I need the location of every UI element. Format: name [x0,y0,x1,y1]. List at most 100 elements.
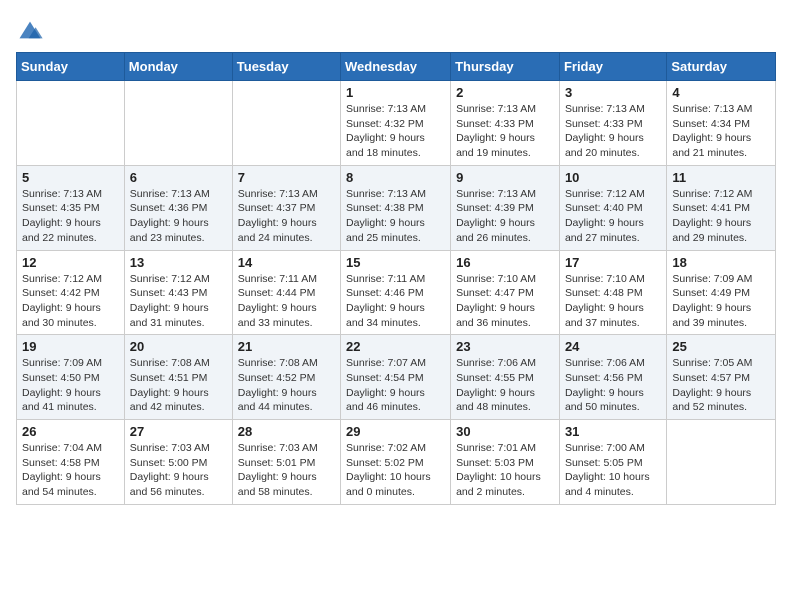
calendar-cell: 15Sunrise: 7:11 AMSunset: 4:46 PMDayligh… [341,250,451,335]
day-number: 23 [456,339,554,354]
day-info: Sunrise: 7:13 AMSunset: 4:39 PMDaylight:… [456,187,554,246]
day-number: 25 [672,339,770,354]
day-number: 12 [22,255,119,270]
daylight-text: Daylight: 9 hours and 26 minutes. [456,216,554,245]
daylight-text: Daylight: 10 hours and 0 minutes. [346,470,445,499]
sunset-text: Sunset: 4:35 PM [22,201,119,216]
calendar-cell: 2Sunrise: 7:13 AMSunset: 4:33 PMDaylight… [451,81,560,166]
sunset-text: Sunset: 4:51 PM [130,371,227,386]
calendar-cell: 28Sunrise: 7:03 AMSunset: 5:01 PMDayligh… [232,420,340,505]
daylight-text: Daylight: 9 hours and 22 minutes. [22,216,119,245]
calendar-cell: 19Sunrise: 7:09 AMSunset: 4:50 PMDayligh… [17,335,125,420]
sunset-text: Sunset: 4:52 PM [238,371,335,386]
day-info: Sunrise: 7:12 AMSunset: 4:43 PMDaylight:… [130,272,227,331]
sunrise-text: Sunrise: 7:04 AM [22,441,119,456]
calendar-cell [667,420,776,505]
calendar-cell: 10Sunrise: 7:12 AMSunset: 4:40 PMDayligh… [559,165,666,250]
sunrise-text: Sunrise: 7:07 AM [346,356,445,371]
day-number: 16 [456,255,554,270]
calendar-cell: 5Sunrise: 7:13 AMSunset: 4:35 PMDaylight… [17,165,125,250]
sunset-text: Sunset: 4:50 PM [22,371,119,386]
daylight-text: Daylight: 9 hours and 46 minutes. [346,386,445,415]
daylight-text: Daylight: 9 hours and 54 minutes. [22,470,119,499]
calendar-cell: 22 Sunrise: 7:07 AMSunset: 4:54 PMDayligh… [341,335,451,420]
sunset-text: Sunset: 4:57 PM [672,371,770,386]
sunset-text: Sunset: 4:34 PM [672,117,770,132]
sunrise-text: Sunrise: 7:12 AM [22,272,119,287]
sunset-text: Sunset: 4:33 PM [456,117,554,132]
sunrise-text: Sunrise: 7:06 AM [456,356,554,371]
calendar-week-row: 1Sunrise: 7:13 AMSunset: 4:32 PMDaylight… [17,81,776,166]
weekday-header: Tuesday [232,53,340,81]
day-number: 20 [130,339,227,354]
day-number: 30 [456,424,554,439]
day-number: 22 [346,339,445,354]
sunrise-text: Sunrise: 7:05 AM [672,356,770,371]
day-number: 26 [22,424,119,439]
day-number: 7 [238,170,335,185]
sunset-text: Sunset: 4:58 PM [22,456,119,471]
calendar-cell: 25 Sunrise: 7:05 AMSunset: 4:57 PMDayligh… [667,335,776,420]
day-info: Sunrise: 7:13 AMSunset: 4:34 PMDaylight:… [672,102,770,161]
daylight-text: Daylight: 9 hours and 33 minutes. [238,301,335,330]
sunset-text: Sunset: 4:33 PM [565,117,661,132]
calendar-week-row: 12 Sunrise: 7:12 AMSunset: 4:42 PMDayligh… [17,250,776,335]
sunset-text: Sunset: 4:41 PM [672,201,770,216]
sunset-text: Sunset: 4:48 PM [565,286,661,301]
day-info: Sunrise: 7:12 AMSunset: 4:40 PMDaylight:… [565,187,661,246]
day-info: Sunrise: 7:05 AMSunset: 4:57 PMDaylight:… [672,356,770,415]
daylight-text: Daylight: 9 hours and 58 minutes. [238,470,335,499]
daylight-text: Daylight: 9 hours and 18 minutes. [346,131,445,160]
sunset-text: Sunset: 4:54 PM [346,371,445,386]
day-info: Sunrise: 7:12 AMSunset: 4:42 PMDaylight:… [22,272,119,331]
calendar-cell: 3Sunrise: 7:13 AMSunset: 4:33 PMDaylight… [559,81,666,166]
day-info: Sunrise: 7:08 AMSunset: 4:51 PMDaylight:… [130,356,227,415]
calendar-week-row: 5Sunrise: 7:13 AMSunset: 4:35 PMDaylight… [17,165,776,250]
logo-icon [16,16,44,44]
calendar-cell: 23Sunrise: 7:06 AMSunset: 4:55 PMDayligh… [451,335,560,420]
sunset-text: Sunset: 4:32 PM [346,117,445,132]
sunset-text: Sunset: 4:40 PM [565,201,661,216]
sunrise-text: Sunrise: 7:10 AM [456,272,554,287]
day-info: Sunrise: 7:10 AMSunset: 4:48 PMDaylight:… [565,272,661,331]
sunrise-text: Sunrise: 7:13 AM [456,187,554,202]
logo [16,10,48,44]
day-info: Sunrise: 7:06 AMSunset: 4:56 PMDaylight:… [565,356,661,415]
day-number: 18 [672,255,770,270]
sunrise-text: Sunrise: 7:09 AM [672,272,770,287]
day-number: 28 [238,424,335,439]
calendar-cell: 18Sunrise: 7:09 AMSunset: 4:49 PMDayligh… [667,250,776,335]
calendar-cell: 21Sunrise: 7:08 AMSunset: 4:52 PMDayligh… [232,335,340,420]
weekday-header: Friday [559,53,666,81]
calendar-week-row: 19Sunrise: 7:09 AMSunset: 4:50 PMDayligh… [17,335,776,420]
daylight-text: Daylight: 9 hours and 56 minutes. [130,470,227,499]
sunset-text: Sunset: 4:44 PM [238,286,335,301]
daylight-text: Daylight: 9 hours and 23 minutes. [130,216,227,245]
sunrise-text: Sunrise: 7:06 AM [565,356,661,371]
sunset-text: Sunset: 5:05 PM [565,456,661,471]
calendar-cell: 7Sunrise: 7:13 AMSunset: 4:37 PMDaylight… [232,165,340,250]
calendar-cell: 24Sunrise: 7:06 AMSunset: 4:56 PMDayligh… [559,335,666,420]
sunrise-text: Sunrise: 7:13 AM [346,102,445,117]
day-number: 14 [238,255,335,270]
calendar-cell: 26 Sunrise: 7:04 AMSunset: 4:58 PMDayligh… [17,420,125,505]
calendar-cell: 12 Sunrise: 7:12 AMSunset: 4:42 PMDayligh… [17,250,125,335]
sunrise-text: Sunrise: 7:13 AM [130,187,227,202]
day-number: 11 [672,170,770,185]
calendar-cell: 20 Sunrise: 7:08 AMSunset: 4:51 PMDayligh… [124,335,232,420]
daylight-text: Daylight: 9 hours and 52 minutes. [672,386,770,415]
sunrise-text: Sunrise: 7:11 AM [238,272,335,287]
calendar-cell: 31Sunrise: 7:00 AMSunset: 5:05 PMDayligh… [559,420,666,505]
day-number: 9 [456,170,554,185]
sunrise-text: Sunrise: 7:02 AM [346,441,445,456]
calendar-cell: 30Sunrise: 7:01 AMSunset: 5:03 PMDayligh… [451,420,560,505]
day-number: 3 [565,85,661,100]
day-number: 15 [346,255,445,270]
daylight-text: Daylight: 9 hours and 41 minutes. [22,386,119,415]
sunrise-text: Sunrise: 7:03 AM [130,441,227,456]
sunrise-text: Sunrise: 7:13 AM [346,187,445,202]
calendar-cell: 6Sunrise: 7:13 AMSunset: 4:36 PMDaylight… [124,165,232,250]
day-number: 2 [456,85,554,100]
sunrise-text: Sunrise: 7:12 AM [672,187,770,202]
sunset-text: Sunset: 4:39 PM [456,201,554,216]
